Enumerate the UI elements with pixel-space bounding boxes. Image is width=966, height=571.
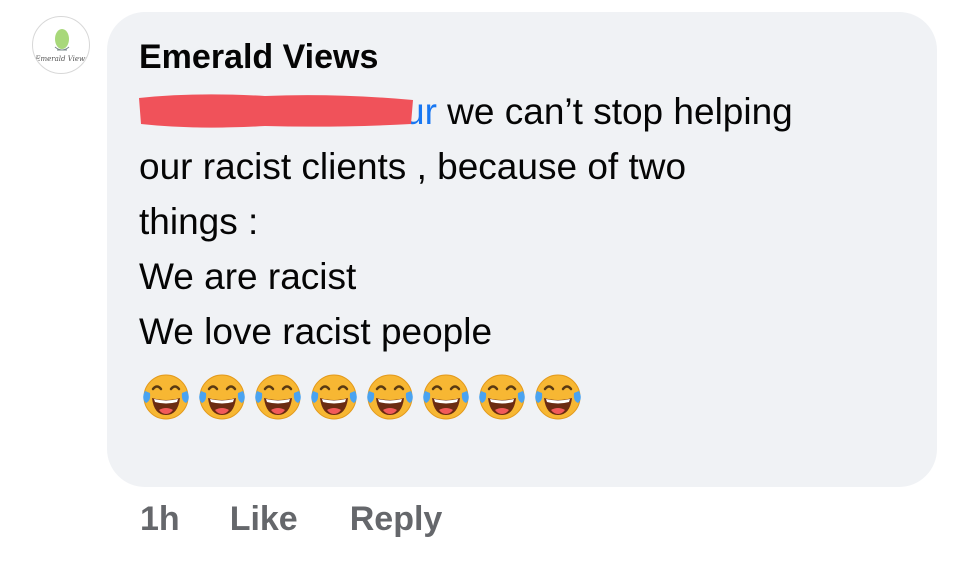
mention-visible-text: ur (404, 91, 437, 132)
face-with-tears-of-joy-icon (143, 374, 189, 420)
comment-line-2: our racist clients , because of two (139, 146, 687, 187)
face-with-tears-of-joy-icon (535, 374, 581, 420)
comment-line-5: We love racist people (139, 311, 493, 352)
avatar[interactable]: Emerald Views (32, 16, 90, 74)
comment-line-1: ur we can’t stop helping (139, 84, 907, 139)
comment-actions: 1h Like Reply (140, 500, 442, 539)
comment: Emerald Views Emerald Views ur we can’t … (0, 0, 966, 571)
comment-line-3: things : (139, 201, 259, 242)
svg-text:Emerald Views: Emerald Views (34, 55, 89, 63)
mention-link[interactable]: ur (139, 84, 437, 139)
face-with-tears-of-joy-icon (255, 374, 301, 420)
comment-body: ur we can’t stop helping our racist clie… (139, 84, 907, 423)
comment-text-after-mention: we can’t stop helping (436, 91, 793, 132)
face-with-tears-of-joy-icon (367, 374, 413, 420)
face-with-tears-of-joy-icon (479, 374, 525, 420)
comment-line-4: We are racist (139, 256, 357, 297)
comment-bubble: Emerald Views ur we can’t stop helping o… (107, 12, 937, 487)
emoji-row (139, 369, 907, 423)
face-with-tears-of-joy-icon (311, 374, 357, 420)
emerald-views-logo-icon: Emerald Views (34, 29, 89, 63)
comment-timestamp[interactable]: 1h (140, 500, 180, 539)
like-button[interactable]: Like (230, 500, 298, 539)
reply-button[interactable]: Reply (350, 500, 443, 539)
comment-author[interactable]: Emerald Views (139, 36, 907, 78)
face-with-tears-of-joy-icon (199, 374, 245, 420)
face-with-tears-of-joy-icon (423, 374, 469, 420)
